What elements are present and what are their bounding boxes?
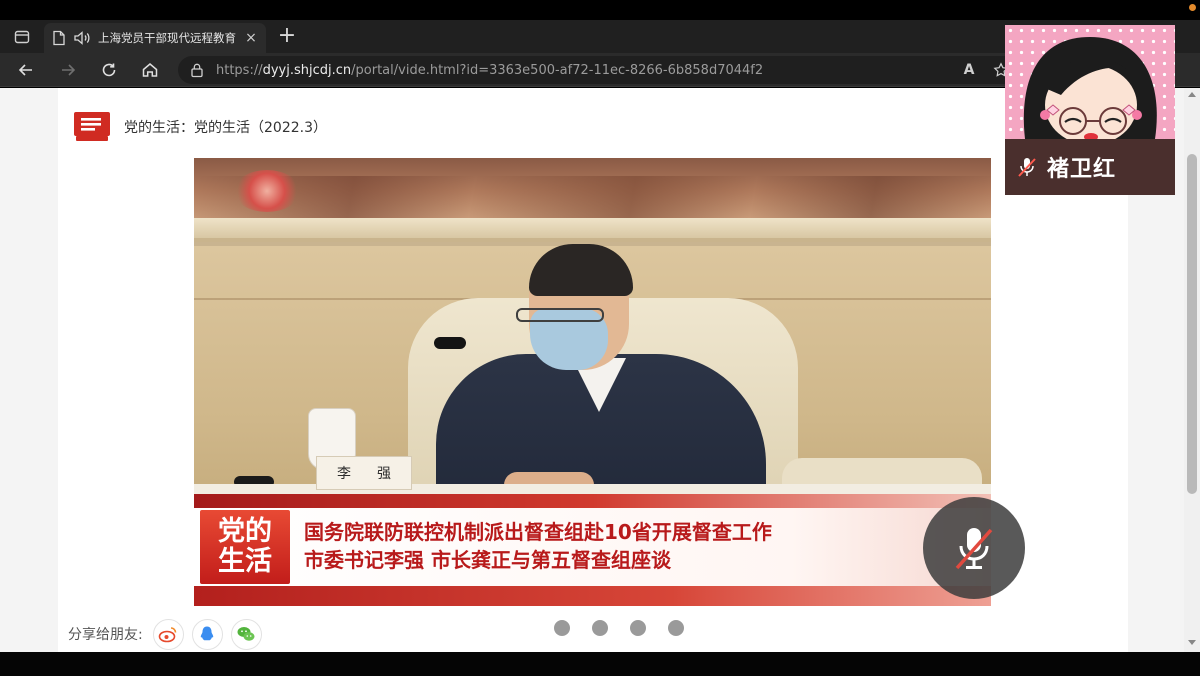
video-headline: 国务院联防联控机制派出督查组赴10省开展督查工作 市委书记李强 市长龚正与第五督… [304, 518, 772, 574]
carousel-dot[interactable] [554, 620, 570, 636]
scroll-up-arrow[interactable] [1188, 92, 1196, 97]
wechat-icon [237, 627, 255, 641]
share-row: 分享给朋友: [68, 618, 262, 650]
program-logo: 党的 生活 [200, 510, 290, 584]
video-title: 党的生活：党的生活（2022.3） [124, 120, 327, 136]
scroll-down-arrow[interactable] [1188, 640, 1196, 645]
bottom-black-bar [0, 652, 1200, 676]
video-player[interactable]: 李 强 党的 生活 国务院联防联控机制派出督查组赴10省开展督查工作 市委书记李… [194, 158, 991, 606]
headline-line: 国务院联防联控机制派出督查组赴10省开展督查工作 [304, 520, 772, 544]
speaker-icon[interactable] [73, 30, 91, 46]
weibo-icon [158, 627, 177, 643]
url-scheme: https:// [216, 62, 263, 78]
page-icon [53, 30, 65, 46]
url-host: dyyj.shjcdj.cn [262, 62, 352, 78]
participant-avatar [1005, 25, 1175, 145]
refresh-icon [102, 63, 116, 77]
video-nameplate: 李 强 [316, 456, 412, 490]
tab-actions-button[interactable] [8, 26, 36, 48]
program-logo-line: 生活 [218, 546, 272, 577]
carousel-dot[interactable] [630, 620, 646, 636]
arrow-left-icon [18, 64, 32, 76]
screen: 上海党员干部现代远程教育 × + https://dyyj.shjcdj.cn/… [0, 0, 1200, 676]
qq-icon [201, 626, 214, 641]
tab-title: 上海党员干部现代远程教育 [98, 31, 236, 45]
arrow-right-icon [62, 64, 76, 76]
carousel-dot[interactable] [668, 620, 684, 636]
browser-tab-active[interactable]: 上海党员干部现代远程教育 × [44, 23, 266, 53]
home-icon [142, 63, 158, 77]
carousel-dot[interactable] [592, 620, 608, 636]
video-painting-ridge [194, 176, 991, 218]
refresh-button[interactable] [96, 58, 122, 82]
nameplate-char: 强 [377, 466, 391, 482]
tab-actions-icon [14, 30, 30, 44]
page-scrollbar[interactable] [1184, 88, 1200, 652]
close-tab-icon[interactable]: × [244, 30, 258, 46]
recording-indicator [1189, 4, 1196, 11]
address-bar[interactable]: https://dyyj.shjcdj.cn/portal/vide.html?… [178, 56, 1033, 84]
back-button[interactable] [13, 58, 39, 82]
new-tab-button[interactable]: + [275, 25, 299, 49]
share-label: 分享给朋友: [68, 627, 143, 643]
video-header: 党的生活：党的生活（2022.3） [72, 110, 327, 144]
url-text: https://dyyj.shjcdj.cn/portal/vide.html?… [216, 63, 763, 78]
participant-name-bar: 褚卫红 [1005, 139, 1175, 195]
video-banner-bottom-strip [194, 586, 991, 606]
forward-button[interactable] [55, 58, 81, 82]
video-lesson-icon [74, 112, 110, 141]
video-wall-molding [194, 218, 991, 242]
mute-toggle-button[interactable] [923, 497, 1025, 599]
video-microphone-head [434, 337, 466, 349]
participant-name: 褚卫红 [1047, 157, 1117, 182]
share-qq-button[interactable] [191, 618, 223, 650]
url-path: /portal/vide.html?id=3363e500-af72-11ec-… [351, 62, 764, 78]
video-person-glasses [516, 308, 604, 322]
participant-tile[interactable]: 褚卫红 [1005, 25, 1175, 195]
share-wechat-button[interactable] [230, 618, 262, 650]
nameplate-char: 李 [337, 466, 351, 482]
carousel-dots [554, 620, 684, 636]
cartoon-avatar-icon [1023, 37, 1157, 145]
participant-mic-muted-icon [1018, 158, 1036, 177]
read-aloud-icon[interactable]: A [958, 59, 980, 81]
lock-icon[interactable] [190, 62, 204, 78]
share-weibo-button[interactable] [152, 618, 184, 650]
video-blurred-emblem [234, 170, 300, 212]
home-button[interactable] [137, 58, 163, 82]
headline-line: 市委书记李强 市长龚正与第五督查组座谈 [304, 548, 671, 572]
scroll-thumb[interactable] [1187, 154, 1197, 494]
program-logo-line: 党的 [218, 516, 272, 547]
mic-muted-icon [955, 528, 993, 570]
